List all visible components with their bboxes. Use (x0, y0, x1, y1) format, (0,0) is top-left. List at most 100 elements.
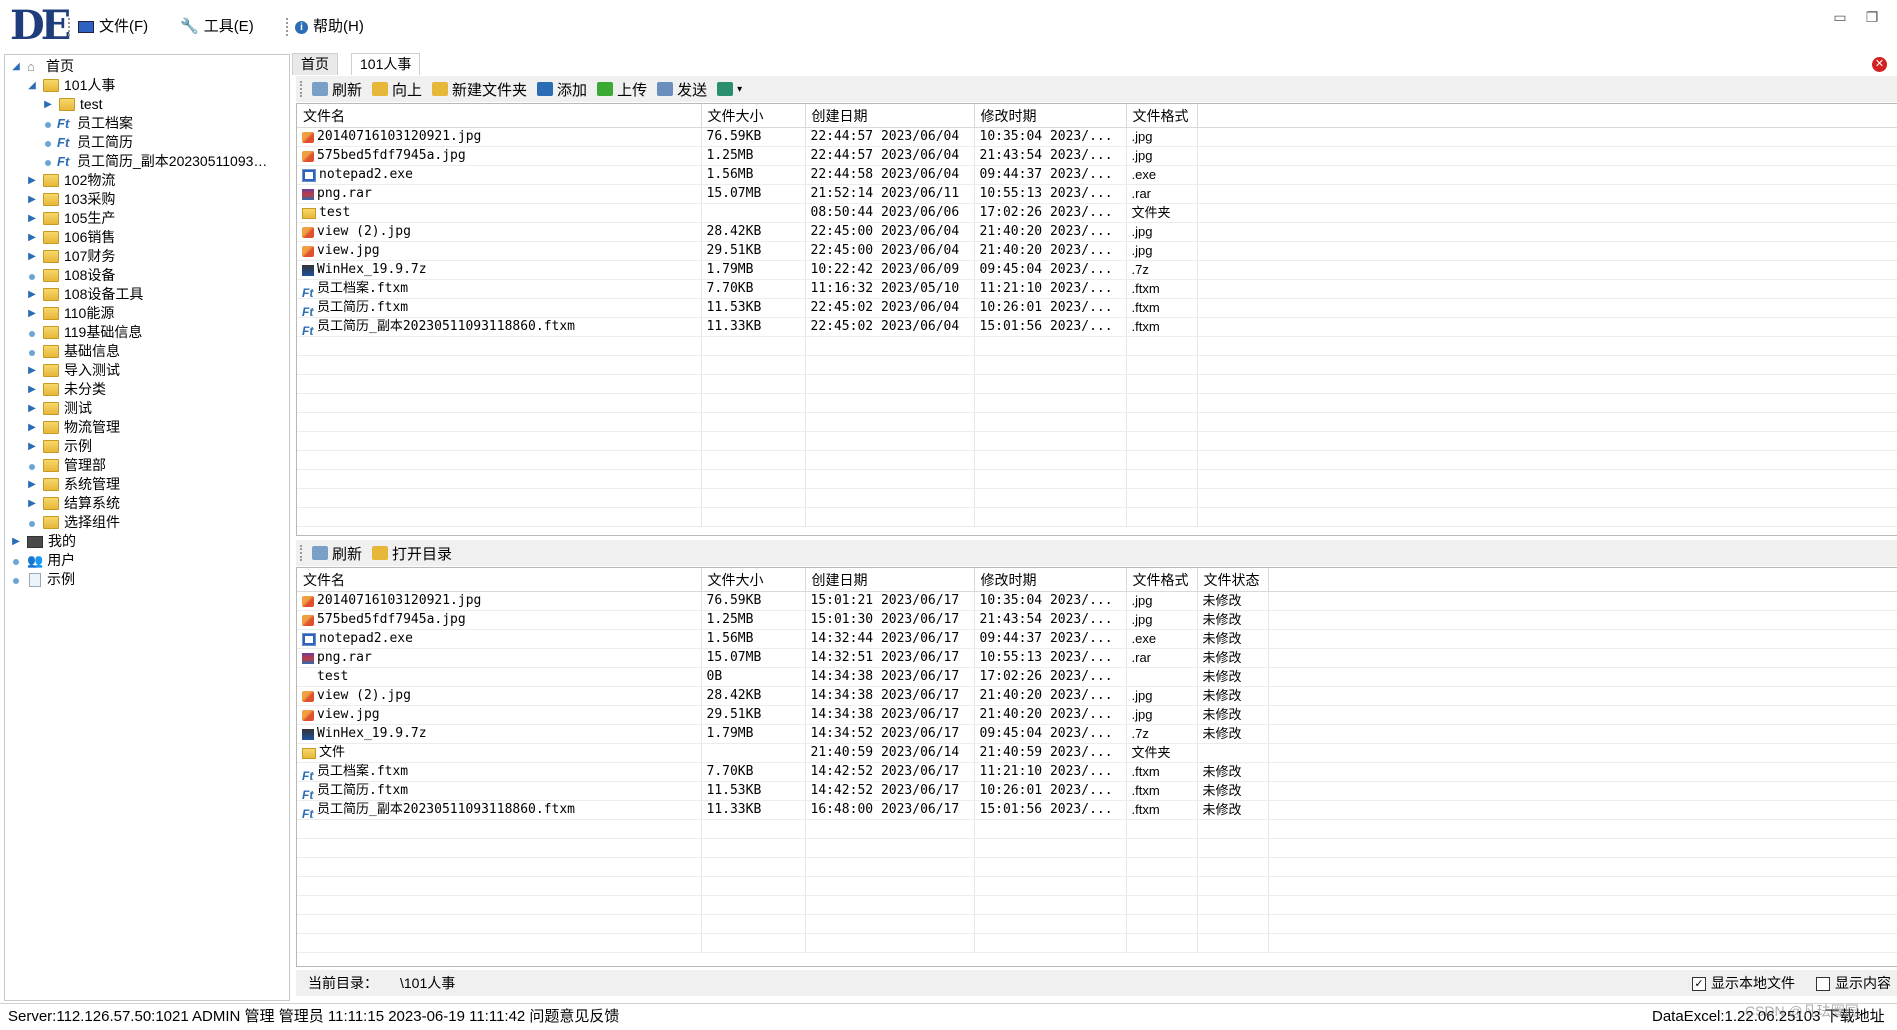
table-row[interactable]: notepad2.exe 1.56MB 22:44:58 2023/06/04 09:… (297, 165, 1897, 185)
toolbar-button-0[interactable]: 刷新 (312, 79, 362, 100)
table-row[interactable]: Ft 员工简历.ftxm 11.53KB 14:42:52 2023/06/17 10:… (297, 781, 1897, 801)
column-header[interactable]: 文件名 (297, 104, 702, 128)
filler-cell (1268, 705, 1897, 725)
table-row[interactable]: view.jpg 29.51KB 22:45:00 2023/06/04 21:40:… (297, 241, 1897, 261)
empty-cell (1197, 895, 1269, 915)
status-cell: 未修改 (1197, 610, 1269, 630)
status-cell: 未修改 (1197, 667, 1269, 687)
tab-101-hr[interactable]: 101人事 (351, 53, 421, 75)
show-content-checkbox[interactable]: 显示内容 (1816, 970, 1891, 996)
column-header[interactable]: 修改时期 (974, 568, 1127, 592)
status-cell: 未修改 (1197, 591, 1269, 611)
empty-cell (805, 838, 975, 858)
toolbar-button-0[interactable]: 刷新 (312, 543, 362, 564)
size-cell (701, 203, 806, 223)
empty-cell (701, 469, 806, 489)
column-header[interactable]: 文件大小 (701, 568, 806, 592)
filler-cell (1197, 355, 1897, 375)
table-row[interactable]: Ft 员工简历_副本20230511093118860.ftxm 11.33KB 16… (297, 800, 1897, 820)
file-name-column-cell: WinHex_19.9.7z (297, 724, 702, 744)
column-header[interactable]: 文件大小 (701, 104, 806, 128)
info-icon: i (295, 20, 308, 34)
table-row[interactable]: test 0B 14:34:38 2023/06/17 17:02:26 2023/.… (297, 667, 1897, 687)
close-tab-icon[interactable]: ✕ (1872, 57, 1887, 72)
table-row[interactable]: Ft 员工档案.ftxm 7.70KB 14:42:52 2023/06/17 11:2… (297, 762, 1897, 782)
toolbar-button-1[interactable]: 打开目录 (372, 543, 452, 564)
column-header[interactable]: 文件名 (297, 568, 702, 592)
table-row[interactable]: view (2).jpg 28.42KB 14:34:38 2023/06/17 21… (297, 686, 1897, 706)
format-cell: .ftxm (1126, 800, 1198, 820)
filler-cell (1197, 260, 1897, 280)
show-local-files-checkbox[interactable]: ✓ 显示本地文件 (1692, 970, 1795, 996)
table-row[interactable]: 20140716103120921.jpg 76.59KB 22:44:57 202… (297, 127, 1897, 147)
table-row[interactable]: 文件 21:40:59 2023/06/14 21:40:59 2023/... 文件… (297, 743, 1897, 763)
column-header[interactable]: 文件格式 (1126, 104, 1198, 128)
created-cell: 22:45:02 2023/06/04 (805, 317, 975, 337)
monitor-icon (78, 21, 94, 33)
modified-cell: 21:43:54 2023/... (974, 146, 1127, 166)
file-name-cell: 员工简历.ftxm (317, 783, 409, 798)
toolbar-button-3[interactable]: 添加 (537, 79, 587, 100)
expand-arrow-icon[interactable]: ◢ (9, 55, 23, 78)
modified-cell: 10:26:01 2023/... (974, 781, 1127, 801)
folder-tree[interactable]: ◢ ⌂ 首页 ◢ 101人事 ▶ test Ft 员工档案 Ft 员工简历 Ft 员工简历_副本2023… (4, 54, 290, 1001)
menu-file[interactable]: 文件(F) (78, 15, 148, 39)
table-row[interactable]: png.rar 15.07MB 14:32:51 2023/06/17 10:55:1… (297, 648, 1897, 668)
minimize-button[interactable]: ▭ (1830, 8, 1850, 26)
created-cell: 21:52:14 2023/06/11 (805, 184, 975, 204)
empty-cell (1126, 933, 1198, 953)
expanded-arrow-icon[interactable]: ◢ (25, 74, 39, 97)
file-name-cell: 员工档案.ftxm (317, 281, 409, 296)
tab-home[interactable]: 首页 (292, 53, 338, 75)
table-row[interactable]: Ft 员工简历.ftxm 11.53KB 22:45:02 2023/06/04 10:… (297, 298, 1897, 318)
table-row[interactable]: Ft 员工档案.ftxm 7.70KB 11:16:32 2023/05/10 11:2… (297, 279, 1897, 299)
size-cell: 29.51KB (701, 241, 806, 261)
empty-cell (805, 819, 975, 839)
menu-tools[interactable]: 🔧 工具(E) (180, 15, 254, 39)
local-file-grid[interactable]: 文件名 文件大小 创建日期 修改时期 文件格式 文件状态 20140716103120921… (296, 567, 1897, 967)
table-row[interactable]: 575bed5fdf7945a.jpg 1.25MB 15:01:30 2023/0… (297, 610, 1897, 630)
empty-cell (974, 895, 1127, 915)
size-cell: 11.53KB (701, 781, 806, 801)
table-row[interactable]: view.jpg 29.51KB 14:34:38 2023/06/17 21:40:… (297, 705, 1897, 725)
column-header[interactable]: 创建日期 (805, 104, 975, 128)
status-cell: 未修改 (1197, 686, 1269, 706)
menu-help[interactable]: i 帮助(H) (295, 15, 364, 39)
table-row[interactable]: view (2).jpg 28.42KB 22:45:00 2023/06/04 21… (297, 222, 1897, 242)
tree-item[interactable]: 示例 (9, 568, 75, 591)
empty-cell (701, 507, 806, 527)
table-row[interactable]: notepad2.exe 1.56MB 14:32:44 2023/06/17 09:… (297, 629, 1897, 649)
table-row[interactable]: 575bed5fdf7945a.jpg 1.25MB 22:44:57 2023/0… (297, 146, 1897, 166)
toolbar-button-4[interactable]: 上传 (597, 79, 647, 100)
empty-cell (805, 857, 975, 877)
table-row[interactable]: Ft 员工简历_副本20230511093118860.ftxm 11.33KB 22… (297, 317, 1897, 337)
column-header[interactable]: 修改时期 (974, 104, 1127, 128)
empty-cell (701, 488, 806, 508)
format-cell: .jpg (1126, 591, 1198, 611)
table-row[interactable]: test 08:50:44 2023/06/06 17:02:26 2023/...… (297, 203, 1897, 223)
file-name-cell: 员工档案.ftxm (317, 764, 409, 779)
file-name-cell: WinHex_19.9.7z (317, 726, 427, 741)
empty-cell (1126, 431, 1198, 451)
toolbar-button-5[interactable]: 发送 (657, 79, 707, 100)
empty-cell (701, 374, 806, 394)
filler-cell (1197, 469, 1897, 489)
empty-cell (805, 412, 975, 432)
column-header[interactable]: 文件状态 (1197, 568, 1269, 592)
created-cell: 15:01:21 2023/06/17 (805, 591, 975, 611)
column-header[interactable]: 文件格式 (1126, 568, 1198, 592)
table-row[interactable]: WinHex_19.9.7z 1.79MB 10:22:42 2023/06/09 0… (297, 260, 1897, 280)
toolbar-button-2[interactable]: 新建文件夹 (432, 79, 527, 100)
filler-cell (1268, 743, 1897, 763)
empty-cell (1126, 838, 1198, 858)
server-file-grid[interactable]: 文件名 文件大小 创建日期 修改时期 文件格式 20140716103120921.jpg… (296, 103, 1897, 536)
empty-cell (805, 488, 975, 508)
column-header[interactable]: 创建日期 (805, 568, 975, 592)
table-row[interactable]: 20140716103120921.jpg 76.59KB 15:01:21 202… (297, 591, 1897, 611)
restore-button[interactable]: ❐ (1862, 8, 1882, 26)
toolbar-button-1[interactable]: 向上 (372, 79, 422, 100)
folder-icon (43, 307, 59, 320)
toolbar-dropdown-button[interactable]: ▾ (717, 82, 742, 96)
table-row[interactable]: png.rar 15.07MB 21:52:14 2023/06/11 10:55:1… (297, 184, 1897, 204)
table-row[interactable]: WinHex_19.9.7z 1.79MB 14:34:52 2023/06/17 0… (297, 724, 1897, 744)
